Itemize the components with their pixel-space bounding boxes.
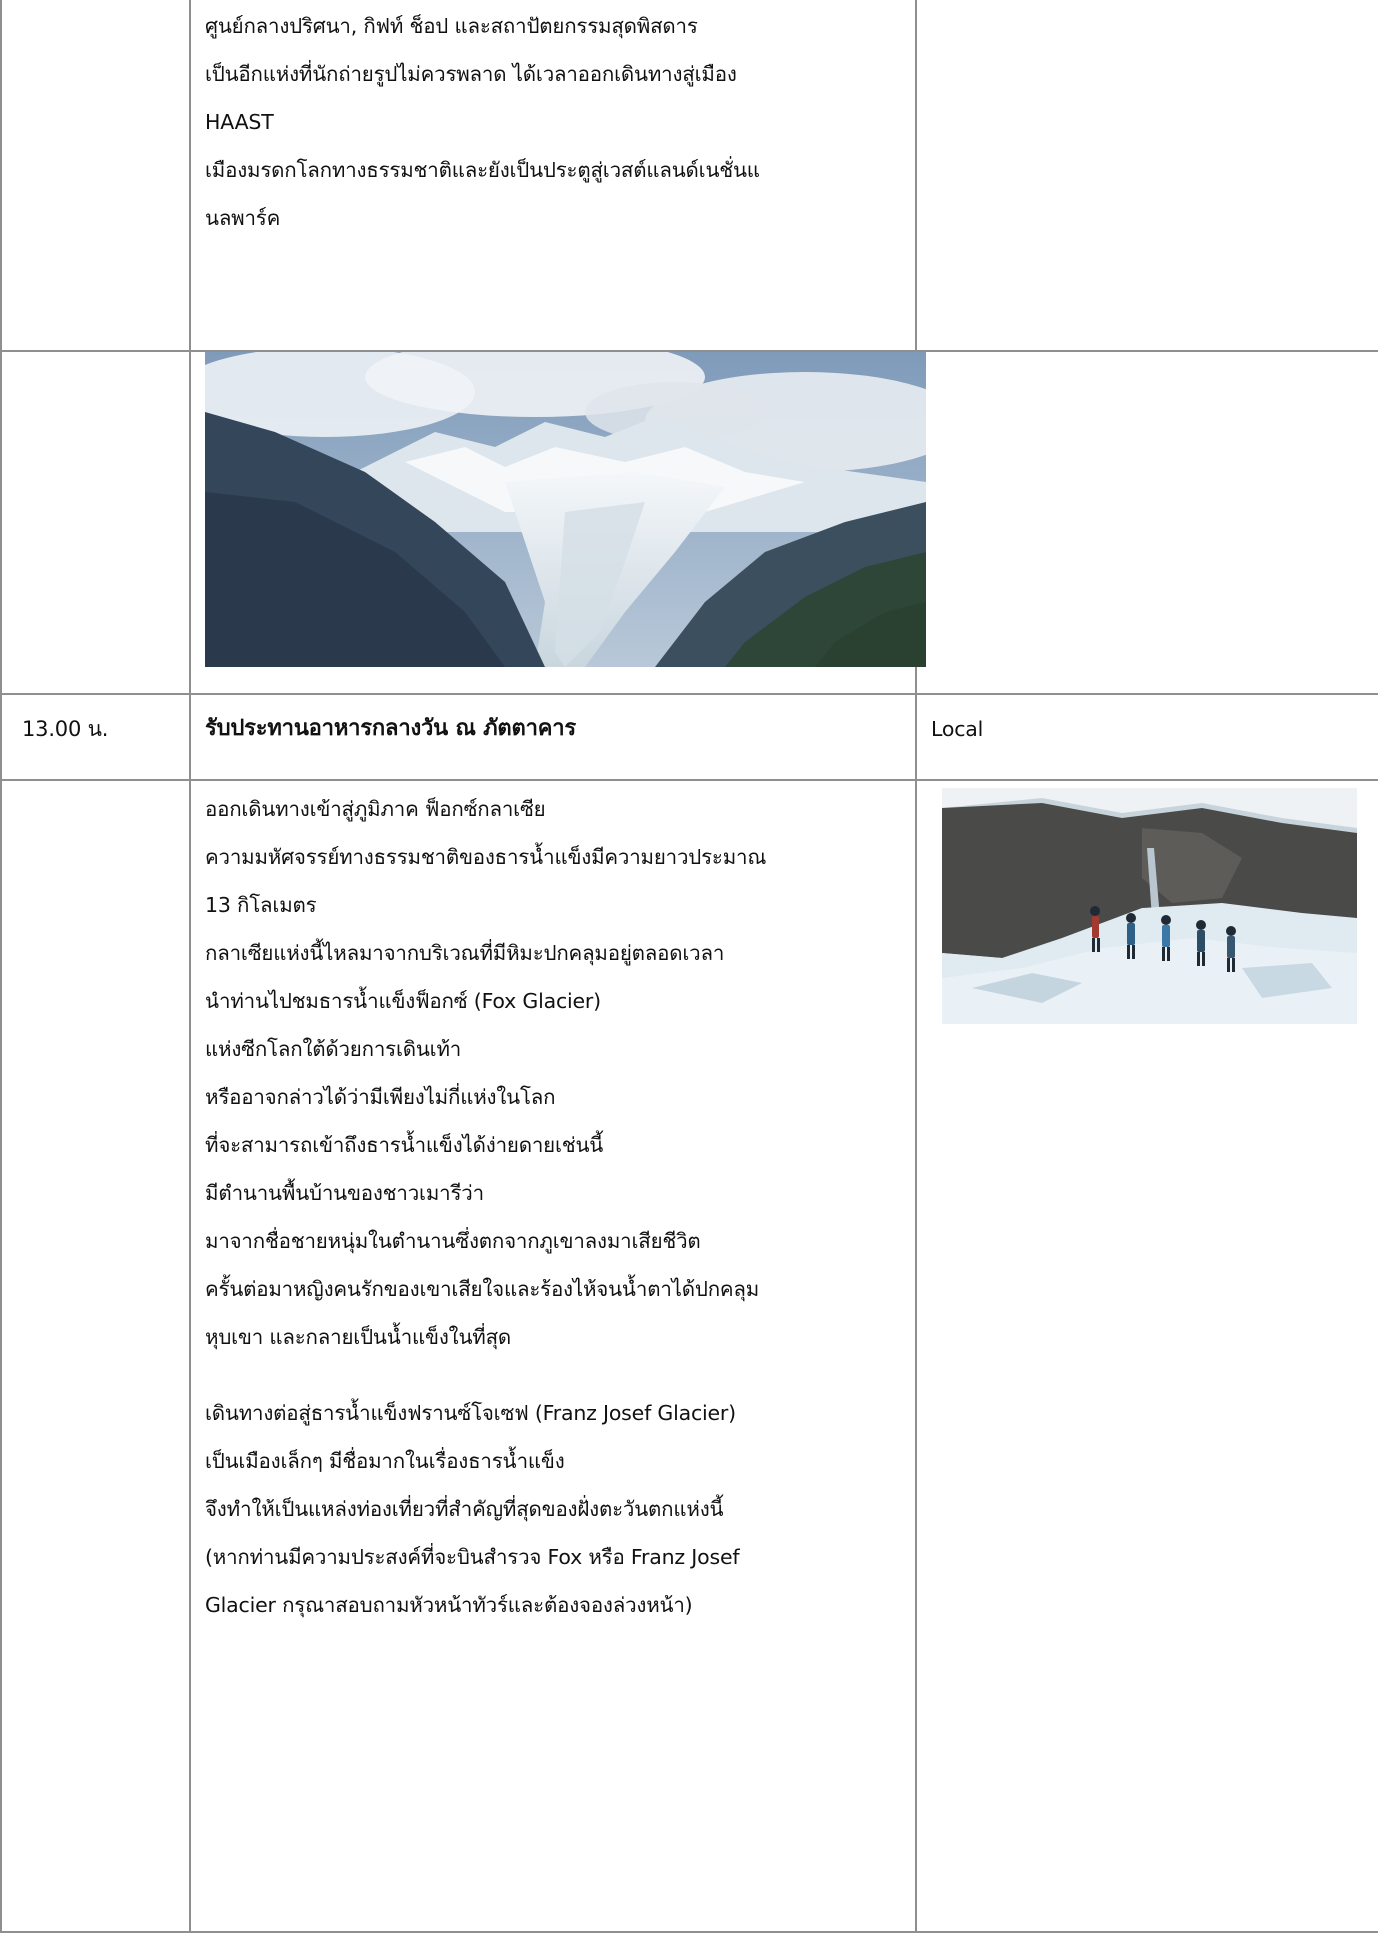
lunch-row: 13.00 น. รับประทานอาหารกลางวัน ณ ภัตตาคา… bbox=[0, 693, 1378, 781]
franz-josef-line: จึงทำให้เป็นแหล่งท่องเที่ยวที่สำคัญที่สุ… bbox=[205, 1497, 724, 1521]
fox-line: มีตำนานพื้นบ้านของชาวเมารีว่า bbox=[205, 1181, 484, 1205]
fox-line: แห่งซีกโลกใต้ด้วยการเดินเท้า bbox=[205, 1037, 462, 1061]
lunch-time: 13.00 น. bbox=[22, 717, 109, 741]
intro-line: เมืองมรดกโลกทางธรรมชาติและยังเป็นประตูสู… bbox=[205, 158, 760, 182]
itinerary-page: ศูนย์กลางปริศนา, กิฟท์ ช็อป และสถาปัตยกร… bbox=[0, 0, 1378, 1933]
fox-time-cell bbox=[0, 779, 191, 1933]
intro-line: ศูนย์กลางปริศนา, กิฟท์ ช็อป และสถาปัตยกร… bbox=[205, 14, 698, 38]
lunch-title: รับประทานอาหารกลางวัน ณ ภัตตาคาร bbox=[205, 716, 577, 741]
intro-line: เป็นอีกแห่งที่นักถ่ายรูปไม่ควรพลาด ได้เว… bbox=[205, 62, 737, 86]
intro-line: HAAST bbox=[205, 110, 274, 134]
fox-line: กลาเซียแห่งนี้ไหลมาจากบริเวณที่มีหิมะปกค… bbox=[205, 941, 725, 965]
glacier-hikers-photo bbox=[942, 788, 1357, 1024]
intro-description-cell: ศูนย์กลางปริศนา, กิฟท์ ช็อป และสถาปัตยกร… bbox=[189, 0, 917, 352]
fox-line: มาจากชื่อชายหนุ่มในตำนานซึ่งตกจากภูเขาลง… bbox=[205, 1229, 701, 1253]
fox-line: ครั้นต่อมาหญิงคนรักของเขาเสียใจและร้องไห… bbox=[205, 1277, 760, 1301]
intro-row: ศูนย์กลางปริศนา, กิฟท์ ช็อป และสถาปัตยกร… bbox=[0, 0, 1378, 352]
lunch-title-cell: รับประทานอาหารกลางวัน ณ ภัตตาคาร bbox=[189, 693, 917, 781]
fox-line: หรืออาจกล่าวได้ว่ามีเพียงไม่กี่แห่งในโลก bbox=[205, 1085, 556, 1109]
intro-time-cell bbox=[0, 0, 191, 352]
lunch-meal: Local bbox=[931, 717, 984, 741]
lunch-time-cell: 13.00 น. bbox=[0, 693, 191, 781]
lunch-meal-cell: Local bbox=[915, 693, 1378, 781]
fox-line: หุบเขา และกลายเป็นน้ำแข็งในที่สุด bbox=[205, 1325, 512, 1349]
photo-time-cell bbox=[0, 350, 191, 695]
glacier-valley-photo bbox=[205, 352, 926, 667]
fox-line: 13 กิโลเมตร bbox=[205, 893, 317, 917]
fox-description-cell: ออกเดินทางเข้าสู่ภูมิภาค ฟ็อกซ์กลาเซีย ค… bbox=[189, 779, 917, 1933]
intro-line: นลพาร์ค bbox=[205, 206, 281, 230]
franz-josef-line: (หากท่านมีความประสงค์ที่จะบินสำรวจ Fox ห… bbox=[205, 1545, 740, 1569]
franz-josef-line: เดินทางต่อสู่ธารน้ำแข็งฟรานซ์โจเซฟ (Fran… bbox=[205, 1401, 736, 1425]
fox-line: ออกเดินทางเข้าสู่ภูมิภาค ฟ็อกซ์กลาเซีย bbox=[205, 797, 546, 821]
franz-josef-line: Glacier กรุณาสอบถามหัวหน้าทัวร์และต้องจอ… bbox=[205, 1593, 693, 1617]
franz-josef-line: เป็นเมืองเล็กๆ มีชื่อมากในเรื่องธารน้ำแข… bbox=[205, 1449, 565, 1473]
fox-line: นำท่านไปชมธารน้ำแข็งฟ็อกซ์ (Fox Glacier) bbox=[205, 989, 601, 1013]
photo-meal-cell bbox=[915, 350, 1378, 695]
fox-line: ที่จะสามารถเข้าถึงธารน้ำแข็งได้ง่ายดายเช… bbox=[205, 1133, 604, 1157]
intro-meal-cell bbox=[915, 0, 1378, 352]
fox-line: ความมหัศจรรย์ทางธรรมชาติของธารน้ำแข็งมีค… bbox=[205, 845, 767, 869]
